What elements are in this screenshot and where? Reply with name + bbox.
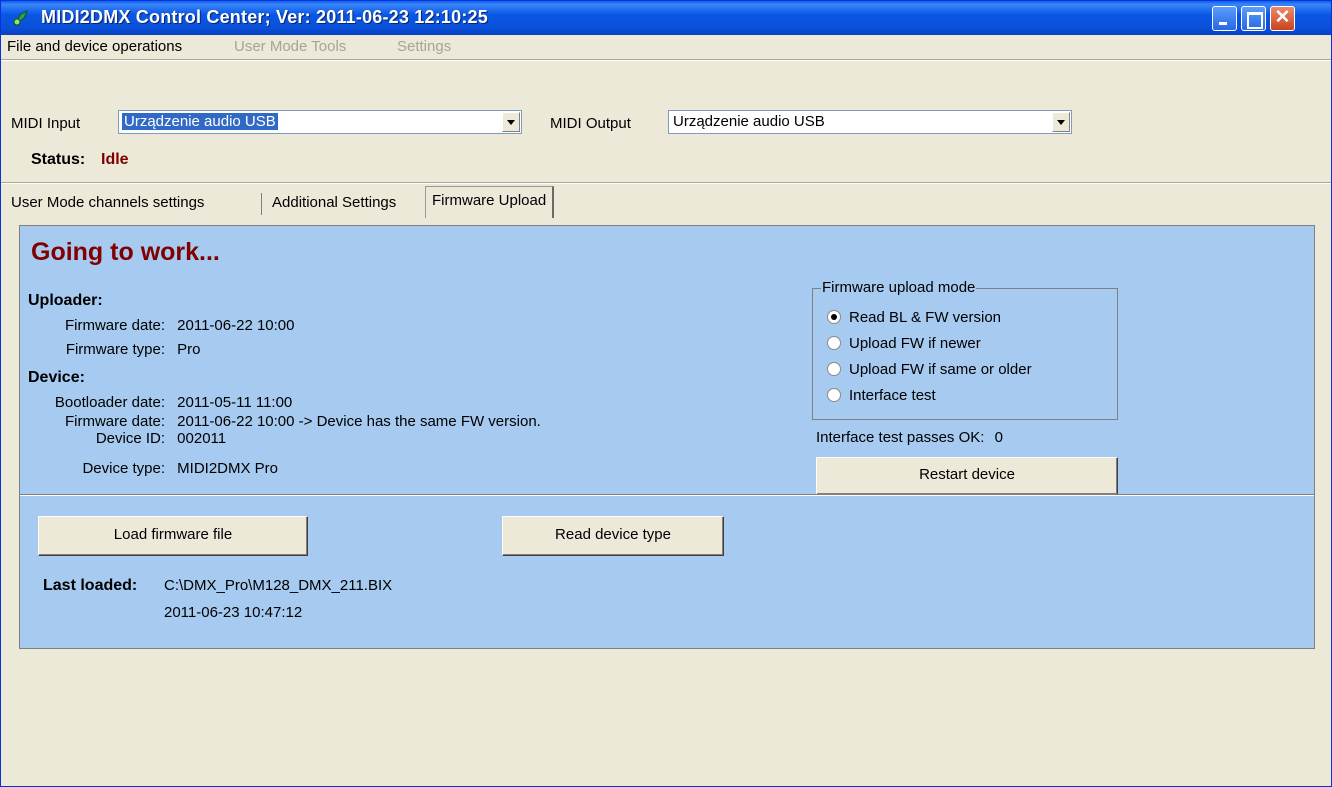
radio-upload-if-newer-label: Upload FW if newer [849, 335, 981, 352]
device-title: Device: [28, 369, 85, 386]
close-icon: ✕ [1274, 7, 1291, 28]
panel-divider [20, 494, 1314, 496]
radio-interface-test[interactable]: Interface test [827, 387, 936, 404]
firmware-upload-mode-group: Firmware upload mode Read BL & FW versio… [812, 279, 1118, 420]
app-icon [13, 9, 28, 26]
midi-output-label: MIDI Output [550, 115, 631, 132]
interface-test-value: 0 [994, 429, 1003, 446]
midi-output-value: Urządzenie audio USB [673, 113, 825, 130]
chevron-down-icon[interactable] [1052, 112, 1070, 132]
radio-unchecked-icon[interactable] [827, 336, 841, 350]
menu-bar: File and device operations User Mode Too… [1, 35, 1331, 59]
tab-firmware-upload[interactable]: Firmware Upload [425, 186, 555, 218]
load-firmware-button[interactable]: Load firmware file [38, 516, 308, 556]
read-device-type-button[interactable]: Read device type [502, 516, 724, 556]
firmware-upload-panel: Going to work... Uploader: Firmware date… [19, 225, 1315, 649]
tab-divider [261, 193, 262, 215]
title-bar[interactable]: MIDI2DMX Control Center; Ver: 2011-06-23… [1, 1, 1331, 35]
close-button[interactable]: ✕ [1270, 6, 1295, 31]
device-id-value: 002011 [177, 430, 227, 447]
radio-read-bl-fw-label: Read BL & FW version [849, 309, 1001, 326]
device-firmware-date-value: 2011-06-22 10:00 -> Device has the same … [177, 413, 541, 430]
radio-unchecked-icon[interactable] [827, 388, 841, 402]
interface-test-label: Interface test passes OK: [816, 429, 985, 446]
maximize-button[interactable] [1241, 6, 1266, 31]
device-bootloader-date-value: 2011-05-11 11:00 [177, 394, 293, 411]
uploader-firmware-type-row: Firmware type: Pro [28, 341, 201, 358]
load-firmware-label: Load firmware file [113, 526, 233, 543]
menu-user-mode-tools[interactable]: User Mode Tools [234, 38, 346, 55]
restart-device-label: Restart device [919, 466, 1015, 483]
interface-test-row: Interface test passes OK: 0 [816, 429, 1003, 446]
device-type-row: Device type: MIDI2DMX Pro [22, 460, 278, 477]
midi-input-label: MIDI Input [11, 115, 81, 132]
radio-upload-if-newer[interactable]: Upload FW if newer [827, 335, 981, 352]
menu-settings[interactable]: Settings [397, 38, 451, 55]
tab-additional-settings[interactable]: Additional Settings [266, 189, 402, 217]
minimize-button[interactable] [1212, 6, 1237, 31]
radio-upload-if-same-older-label: Upload FW if same or older [849, 361, 1032, 378]
device-type-value: MIDI2DMX Pro [177, 460, 279, 477]
upload-mode-title: Firmware upload mode [821, 279, 977, 296]
radio-interface-test-label: Interface test [849, 387, 936, 404]
last-loaded-time: 2011-06-23 10:47:12 [164, 604, 303, 621]
radio-checked-icon[interactable] [827, 310, 841, 324]
uploader-firmware-type-label: Firmware type: [65, 341, 165, 358]
status-value: Idle [101, 151, 129, 168]
uploader-firmware-date-label: Firmware date: [64, 317, 165, 334]
menu-file-device[interactable]: File and device operations [7, 38, 182, 55]
device-id-label: Device ID: [95, 430, 165, 447]
midi-output-select[interactable]: Urządzenie audio USB [668, 110, 1072, 134]
last-loaded-label: Last loaded: [43, 577, 138, 594]
read-device-type-label: Read device type [555, 526, 671, 543]
radio-unchecked-icon[interactable] [827, 362, 841, 376]
tab-user-mode-channels[interactable]: User Mode channels settings [5, 189, 210, 217]
status-label: Status: [31, 151, 86, 168]
uploader-firmware-date-row: Firmware date: 2011-06-22 10:00 [28, 317, 295, 334]
main-window: MIDI2DMX Control Center; Ver: 2011-06-23… [0, 0, 1332, 787]
window-title: MIDI2DMX Control Center; Ver: 2011-06-23… [41, 7, 488, 27]
radio-read-bl-fw[interactable]: Read BL & FW version [827, 309, 1001, 326]
device-bootloader-date-row: Bootloader date: 2011-05-11 11:00 [22, 394, 292, 411]
device-firmware-date-row: Firmware date: 2011-06-22 10:00 -> Devic… [22, 413, 541, 430]
midi-input-select[interactable]: Urządzenie audio USB [118, 110, 522, 134]
uploader-firmware-type-value: Pro [177, 341, 201, 358]
uploader-title: Uploader: [28, 292, 103, 309]
tabs-separator [1, 182, 1331, 184]
device-type-label: Device type: [82, 460, 165, 477]
device-firmware-date-label: Firmware date: [64, 413, 165, 430]
radio-upload-if-same-older[interactable]: Upload FW if same or older [827, 361, 1032, 378]
uploader-firmware-date-value: 2011-06-22 10:00 [177, 317, 295, 334]
menu-separator [1, 59, 1331, 61]
restart-device-button[interactable]: Restart device [816, 457, 1118, 495]
midi-input-value: Urządzenie audio USB [122, 113, 278, 130]
last-loaded-path: C:\DMX_Pro\M128_DMX_211.BIX [164, 577, 393, 594]
device-id-row: Device ID: 002011 [22, 430, 226, 447]
device-bootloader-date-label: Bootloader date: [54, 394, 165, 411]
panel-heading: Going to work... [31, 238, 220, 266]
chevron-down-icon[interactable] [502, 112, 520, 132]
